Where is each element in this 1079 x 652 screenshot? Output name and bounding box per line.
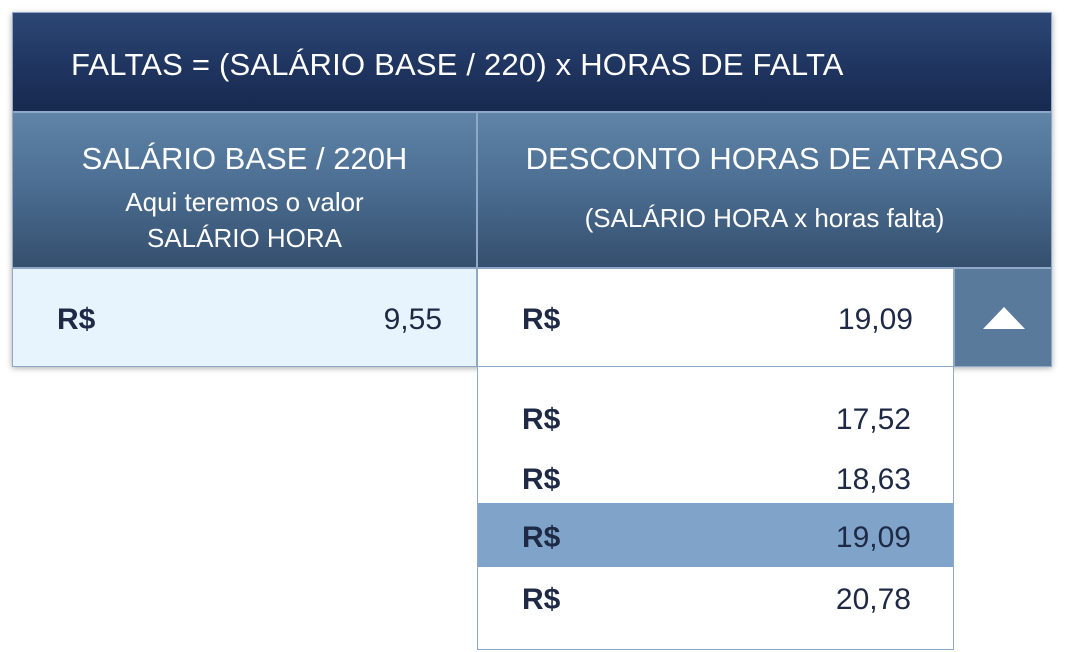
hourly-wage-cell: R$ 9,55 — [12, 268, 477, 367]
option-value: 17,52 — [835, 403, 911, 436]
option-value: 18,63 — [835, 463, 911, 496]
formula-title: FALTAS = (SALÁRIO BASE / 220) x HORAS DE… — [71, 47, 844, 82]
option-value: 19,09 — [835, 521, 911, 554]
triangle-up-icon — [983, 307, 1025, 329]
late-discount-currency: R$ — [522, 303, 561, 336]
hourly-wage-value: 9,55 — [383, 303, 442, 336]
dropdown-option[interactable]: R$ 20,78 — [478, 569, 953, 629]
option-value: 20,78 — [835, 583, 911, 616]
dropdown-options-list: R$ 17,52 R$ 18,63 R$ 19,09 R$ 20,78 — [477, 367, 954, 650]
option-currency: R$ — [522, 463, 561, 496]
option-currency: R$ — [522, 583, 561, 616]
column-header-late-discount: DESCONTO HORAS DE ATRASO (SALÁRIO HORA x… — [477, 112, 1052, 268]
column-header-hourly-wage-note-1: Aqui teremos o valor — [125, 187, 364, 217]
late-discount-selected-value: 19,09 — [837, 303, 913, 336]
dropdown-toggle-button[interactable] — [954, 268, 1052, 367]
dropdown-option-selected[interactable]: R$ 19,09 — [478, 503, 953, 567]
column-header-hourly-wage-note-2: SALÁRIO HORA — [146, 223, 343, 253]
option-currency: R$ — [522, 403, 561, 436]
formula-title-bar: FALTAS = (SALÁRIO BASE / 220) x HORAS DE… — [12, 12, 1052, 112]
column-header-hourly-wage: SALÁRIO BASE / 220H Aqui teremos o valor… — [12, 112, 477, 268]
option-currency: R$ — [522, 521, 561, 554]
dropdown-option[interactable]: R$ 18,63 — [478, 449, 953, 509]
hourly-wage-currency: R$ — [57, 303, 96, 336]
column-header-late-discount-note: (SALÁRIO HORA x horas falta) — [584, 203, 945, 233]
column-header-late-discount-title: DESCONTO HORAS DE ATRASO — [525, 141, 1004, 176]
dropdown-option[interactable]: R$ 17,52 — [478, 389, 953, 449]
late-discount-dropdown[interactable]: R$ 19,09 — [477, 268, 954, 367]
column-header-hourly-wage-title: SALÁRIO BASE / 220H — [81, 141, 408, 176]
